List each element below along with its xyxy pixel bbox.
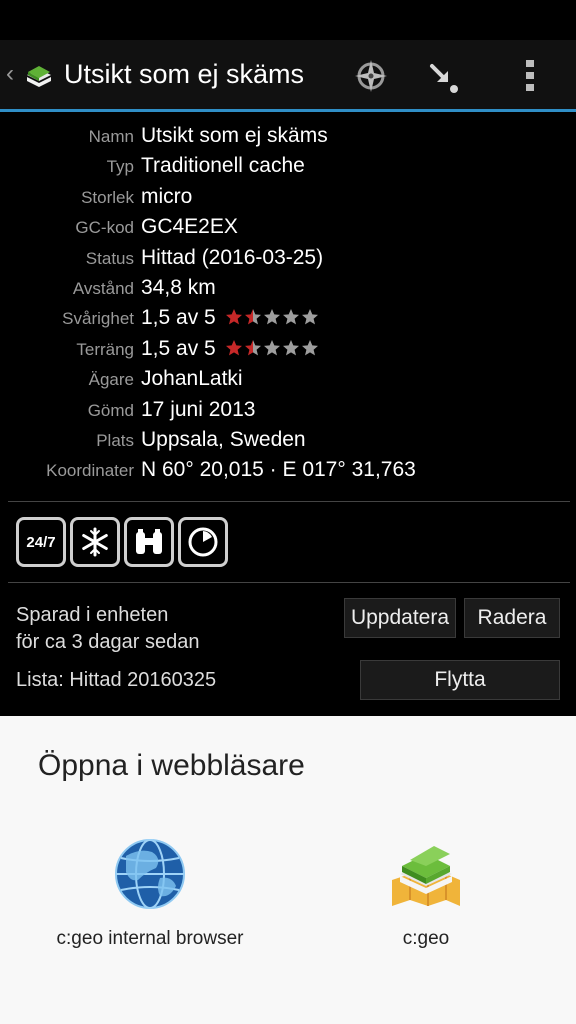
- terrain-stars: [225, 339, 319, 357]
- update-button[interactable]: Uppdatera: [344, 598, 456, 638]
- open-in-browser-sheet: Öppna i webbläsare c:geo internal browse…: [0, 716, 576, 1024]
- move-button[interactable]: Flytta: [360, 660, 560, 700]
- detail-value: Uppsala, Sweden: [141, 428, 306, 451]
- rating-star-icon: [226, 339, 242, 356]
- detail-label: Storlek: [81, 187, 134, 207]
- saved-line-2: för ca 3 dagar sedan: [16, 631, 200, 653]
- app-choice-label: c:geo: [402, 928, 450, 949]
- detail-label: Plats: [96, 431, 134, 450]
- detail-value: 17 juni 2013: [141, 397, 256, 421]
- overflow-menu-icon[interactable]: [508, 54, 552, 98]
- sheet-title: Öppna i webbläsare: [38, 749, 305, 782]
- globe-icon: [115, 839, 185, 909]
- detail-row-distance: Avstånd 34,8 km: [0, 274, 576, 304]
- app-choice-internal-browser[interactable]: c:geo internal browser: [35, 836, 265, 956]
- detail-row-coordinates: Koordinater N 60° 20,015 · E 017° 31,763: [0, 456, 576, 486]
- always-available-label: 24/7: [26, 533, 56, 551]
- detail-row-hidden: Gömd 17 juni 2013: [0, 396, 576, 426]
- snowflake-icon[interactable]: [70, 517, 120, 567]
- divider: [8, 501, 570, 502]
- difficulty-stars: [225, 308, 319, 326]
- detail-row-gc-code: GC-kod GC4E2EX: [0, 213, 576, 243]
- detail-row-name: Namn Utsikt som ej skäms: [0, 122, 576, 152]
- cgeo-app-icon: [392, 846, 460, 906]
- available-24-7-icon[interactable]: 24/7: [16, 517, 66, 567]
- cgeo-logo-icon[interactable]: [24, 60, 54, 90]
- rating-star-icon: [245, 309, 261, 325]
- detail-row-location: Plats Uppsala, Sweden: [0, 426, 576, 456]
- detail-row-type: Typ Traditionell cache: [0, 152, 576, 182]
- detail-row-terrain: Terräng 1,5 av 5: [0, 335, 576, 365]
- clock-icon[interactable]: [178, 517, 228, 567]
- saved-line-1: Sparad i enheten: [16, 604, 169, 626]
- detail-value: micro: [141, 184, 193, 208]
- detail-row-owner: Ägare JohanLatki: [0, 365, 576, 395]
- app-choice-cgeo[interactable]: c:geo: [311, 836, 541, 956]
- binoculars-icon[interactable]: [124, 517, 174, 567]
- detail-label: Koordinater: [46, 461, 134, 481]
- detail-value: GC4E2EX: [141, 215, 238, 239]
- saved-status: Sparad i enheten för ca 3 dagar sedan: [16, 602, 199, 656]
- detail-label: Avstånd: [72, 279, 134, 298]
- navigate-arrow-icon[interactable]: [420, 54, 464, 98]
- detail-row-status: Status Hittad (2016-03-25): [0, 244, 576, 274]
- detail-value: 34,8 km: [141, 276, 216, 299]
- detail-row-difficulty: Svårighet 1,5 av 5: [0, 304, 576, 334]
- page-title: Utsikt som ej skäms: [64, 59, 305, 89]
- detail-label: Ägare: [88, 370, 134, 390]
- detail-row-size: Storlek micro: [0, 183, 576, 213]
- detail-value: Traditionell cache: [141, 154, 305, 178]
- detail-label: GC-kod: [75, 218, 134, 238]
- compass-icon[interactable]: [349, 54, 393, 98]
- detail-value: Utsikt som ej skäms: [141, 124, 328, 147]
- list-name: Lista: Hittad 20160325: [16, 669, 217, 691]
- app-choice-label: c:geo internal browser: [56, 928, 244, 949]
- detail-label: Terräng: [76, 339, 134, 359]
- detail-label: Status: [85, 248, 134, 268]
- chevron-left-icon[interactable]: ‹: [6, 62, 14, 86]
- detail-value: 1,5 av 5: [141, 336, 216, 360]
- detail-label: Typ: [106, 157, 134, 177]
- rating-star-icon: [283, 309, 299, 325]
- rating-star-icon: [264, 309, 280, 325]
- rating-star-icon: [226, 309, 242, 325]
- delete-button[interactable]: Radera: [464, 598, 560, 638]
- action-bar: ‹ Utsikt som ej skäms: [0, 40, 576, 112]
- detail-value[interactable]: JohanLatki: [141, 367, 243, 391]
- detail-value: Hittad (2016-03-25): [141, 245, 324, 269]
- attribute-icons: 24/7: [16, 517, 228, 567]
- rating-star-icon: [283, 339, 299, 356]
- status-bar: [0, 0, 576, 38]
- detail-value[interactable]: N 60° 20,015 · E 017° 31,763: [141, 458, 416, 482]
- detail-label: Gömd: [87, 400, 134, 420]
- detail-value: 1,5 av 5: [141, 306, 216, 330]
- rating-star-icon: [245, 339, 261, 356]
- rating-star-icon: [302, 339, 318, 356]
- detail-label: Svårighet: [62, 309, 134, 329]
- detail-label: Namn: [88, 127, 134, 146]
- rating-star-icon: [302, 309, 318, 325]
- divider: [8, 582, 570, 583]
- rating-star-icon: [264, 339, 280, 356]
